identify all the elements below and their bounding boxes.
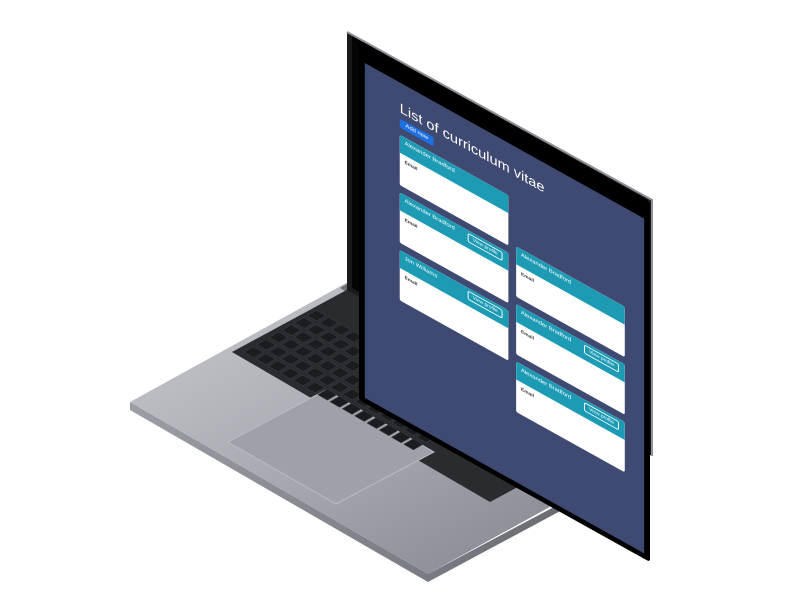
cv-list-left: Alexander Bradford Email Alexander Bradfor… xyxy=(399,134,509,368)
cv-list-right: Alexander Bradford Email Alexander Bradfor… xyxy=(516,246,625,479)
laptop-mockup: HUAWEI List of curriculum vitae Add new … xyxy=(0,0,800,600)
